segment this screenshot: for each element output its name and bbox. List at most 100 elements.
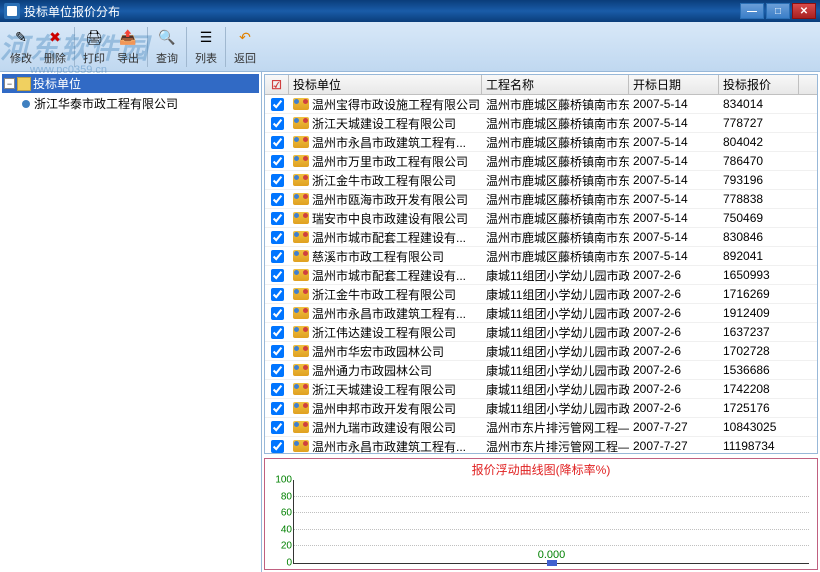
cell-project: 温州市鹿城区藤桥镇南市东... <box>482 191 629 208</box>
cell-unit: 瑞安市中良市政建设有限公司 <box>289 210 482 227</box>
close-button[interactable]: ✕ <box>792 3 816 19</box>
people-icon <box>293 136 309 148</box>
header-check-all[interactable]: ☑ <box>265 75 289 94</box>
row-checkbox[interactable] <box>271 421 284 434</box>
table-row[interactable]: 浙江金牛市政工程有限公司温州市鹿城区藤桥镇南市东...2007-5-147931… <box>265 171 817 190</box>
list-icon: ☰ <box>196 28 216 48</box>
delete-button[interactable]: ✖ 删除 <box>38 26 72 68</box>
row-checkbox[interactable] <box>271 250 284 263</box>
cell-price: 778838 <box>719 192 799 206</box>
table-row[interactable]: 温州通力市政园林公司康城11组团小学幼儿园市政...2007-2-6153668… <box>265 361 817 380</box>
table-row[interactable]: 浙江金牛市政工程有限公司康城11组团小学幼儿园市政...2007-2-61716… <box>265 285 817 304</box>
back-button[interactable]: ↶ 返回 <box>228 26 262 68</box>
cell-price: 1716269 <box>719 287 799 301</box>
table-row[interactable]: 浙江伟达建设工程有限公司康城11组团小学幼儿园市政...2007-2-61637… <box>265 323 817 342</box>
cell-date: 2007-2-6 <box>629 287 719 301</box>
row-checkbox-cell <box>265 345 289 358</box>
row-checkbox[interactable] <box>271 98 284 111</box>
row-checkbox[interactable] <box>271 269 284 282</box>
table-row[interactable]: 温州市城市配套工程建设有...康城11组团小学幼儿园市政...2007-2-61… <box>265 266 817 285</box>
people-icon <box>293 421 309 433</box>
row-checkbox[interactable] <box>271 174 284 187</box>
table-row[interactable]: 温州申邦市政开发有限公司康城11组团小学幼儿园市政...2007-2-61725… <box>265 399 817 418</box>
row-checkbox[interactable] <box>271 231 284 244</box>
query-button[interactable]: 🔍 查询 <box>150 26 184 68</box>
chart-panel: 报价浮动曲线图(降标率%) 0.000 020406080100 <box>264 458 818 570</box>
row-checkbox[interactable] <box>271 136 284 149</box>
cell-date: 2007-5-14 <box>629 154 719 168</box>
row-checkbox[interactable] <box>271 383 284 396</box>
row-checkbox[interactable] <box>271 307 284 320</box>
people-icon <box>293 250 309 262</box>
cell-date: 2007-2-6 <box>629 401 719 415</box>
titlebar: 投标单位报价分布 — □ ✕ <box>0 0 820 22</box>
y-axis-label: 0 <box>286 558 294 569</box>
cell-price: 786470 <box>719 154 799 168</box>
header-date[interactable]: 开标日期 <box>629 75 719 94</box>
table-row[interactable]: 温州宝得市政设施工程有限公司温州市鹿城区藤桥镇南市东...2007-5-1483… <box>265 95 817 114</box>
row-checkbox[interactable] <box>271 288 284 301</box>
table-row[interactable]: 慈溪市市政工程有限公司温州市鹿城区藤桥镇南市东...2007-5-1489204… <box>265 247 817 266</box>
cell-date: 2007-5-14 <box>629 173 719 187</box>
toolbar: 河东软件园 www.pc0359.cn ✎ 修改 ✖ 删除 🖨 打印 📤 导出 … <box>0 22 820 72</box>
row-checkbox[interactable] <box>271 440 284 453</box>
modify-button[interactable]: ✎ 修改 <box>4 26 38 68</box>
row-checkbox-cell <box>265 421 289 434</box>
toolbar-separator <box>74 27 75 67</box>
table-row[interactable]: 温州市华宏市政园林公司康城11组团小学幼儿园市政...2007-2-617027… <box>265 342 817 361</box>
header-price[interactable]: 投标报价 <box>719 75 799 94</box>
header-project[interactable]: 工程名称 <box>482 75 629 94</box>
cell-price: 778727 <box>719 116 799 130</box>
row-checkbox[interactable] <box>271 402 284 415</box>
cell-date: 2007-2-6 <box>629 268 719 282</box>
cell-unit: 慈溪市市政工程有限公司 <box>289 248 482 265</box>
cell-unit: 温州宝得市政设施工程有限公司 <box>289 96 482 113</box>
table-row[interactable]: 浙江天城建设工程有限公司温州市鹿城区藤桥镇南市东...2007-5-147787… <box>265 114 817 133</box>
row-checkbox-cell <box>265 307 289 320</box>
row-checkbox[interactable] <box>271 193 284 206</box>
table-row[interactable]: 温州九瑞市政建设有限公司温州市东片排污管网工程—海...2007-7-27108… <box>265 418 817 437</box>
row-checkbox[interactable] <box>271 326 284 339</box>
table-row[interactable]: 瑞安市中良市政建设有限公司温州市鹿城区藤桥镇南市东...2007-5-14750… <box>265 209 817 228</box>
row-checkbox[interactable] <box>271 364 284 377</box>
maximize-button[interactable]: □ <box>766 3 790 19</box>
grid-body[interactable]: 温州宝得市政设施工程有限公司温州市鹿城区藤桥镇南市东...2007-5-1483… <box>265 95 817 454</box>
y-axis-label: 20 <box>281 541 294 552</box>
table-row[interactable]: 温州市永昌市政建筑工程有...温州市鹿城区藤桥镇南市东...2007-5-148… <box>265 133 817 152</box>
printer-icon: 🖨 <box>84 28 104 48</box>
table-row[interactable]: 温州市永昌市政建筑工程有...温州市东片排污管网工程—海...2007-7-27… <box>265 437 817 454</box>
table-row[interactable]: 温州市永昌市政建筑工程有...康城11组团小学幼儿园市政...2007-2-61… <box>265 304 817 323</box>
cell-project: 康城11组团小学幼儿园市政... <box>482 381 629 398</box>
people-icon <box>293 269 309 281</box>
row-checkbox-cell <box>265 440 289 453</box>
delete-icon: ✖ <box>45 28 65 48</box>
header-unit[interactable]: 投标单位 <box>289 75 482 94</box>
list-button[interactable]: ☰ 列表 <box>189 26 223 68</box>
y-axis-label: 60 <box>281 508 294 519</box>
cell-price: 1702728 <box>719 344 799 358</box>
cell-project: 温州市鹿城区藤桥镇南市东... <box>482 229 629 246</box>
row-checkbox-cell <box>265 269 289 282</box>
cell-project: 康城11组团小学幼儿园市政... <box>482 362 629 379</box>
table-row[interactable]: 温州市万里市政工程有限公司温州市鹿城区藤桥镇南市东...2007-5-14786… <box>265 152 817 171</box>
people-icon <box>293 326 309 338</box>
print-button[interactable]: 🖨 打印 <box>77 26 111 68</box>
tree-child-node[interactable]: 浙江华泰市政工程有限公司 <box>2 93 259 114</box>
table-row[interactable]: 浙江天城建设工程有限公司康城11组团小学幼儿园市政...2007-2-61742… <box>265 380 817 399</box>
table-row[interactable]: 温州市瓯海市政开发有限公司温州市鹿城区藤桥镇南市东...2007-5-14778… <box>265 190 817 209</box>
people-icon <box>293 383 309 395</box>
row-checkbox[interactable] <box>271 155 284 168</box>
table-row[interactable]: 温州市城市配套工程建设有...温州市鹿城区藤桥镇南市东...2007-5-148… <box>265 228 817 247</box>
minimize-button[interactable]: — <box>740 3 764 19</box>
row-checkbox[interactable] <box>271 117 284 130</box>
row-checkbox[interactable] <box>271 345 284 358</box>
cell-unit: 温州市城市配套工程建设有... <box>289 267 482 284</box>
row-checkbox[interactable] <box>271 212 284 225</box>
cell-price: 11198734 <box>719 439 799 453</box>
tree-collapse-icon[interactable]: − <box>4 78 15 89</box>
cell-project: 温州市鹿城区藤桥镇南市东... <box>482 134 629 151</box>
cell-project: 康城11组团小学幼儿园市政... <box>482 267 629 284</box>
row-checkbox-cell <box>265 117 289 130</box>
export-button[interactable]: 📤 导出 <box>111 26 145 68</box>
tree-root-node[interactable]: − 投标单位 <box>2 74 259 93</box>
